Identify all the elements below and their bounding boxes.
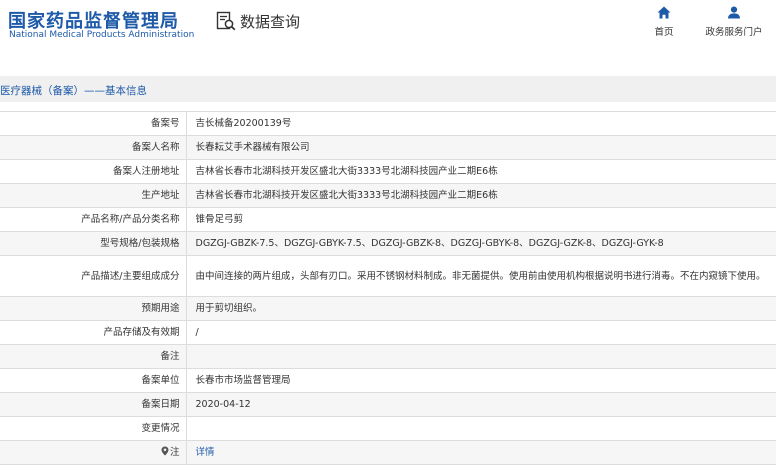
details-link[interactable]: 详情 <box>196 447 215 458</box>
record-info-table: 备案号 吉长械备20200139号 备案人名称 长春耘艾手术器械有限公司 备案人… <box>0 111 776 465</box>
table-row: 产品存储及有效期 / <box>0 320 776 345</box>
breadcrumb: 医疗器械（备案）——基本信息 <box>0 85 147 97</box>
row-label: 型号规格/包装规格 <box>0 231 187 256</box>
row-label: 备案单位 <box>0 368 187 393</box>
table-row: 预期用途 用于剪切组织。 <box>0 296 776 321</box>
pin-icon <box>161 446 169 456</box>
row-label: 变更情况 <box>0 416 187 441</box>
row-label: 预期用途 <box>0 296 187 321</box>
row-label: 备案人注册地址 <box>0 159 187 184</box>
row-value: 吉林省长春市北湖科技开发区盛北大街3333号北湖科技园产业二期E6栋 <box>186 159 776 184</box>
row-label: 产品名称/产品分类名称 <box>0 207 187 232</box>
table-row: 备案日期 2020-04-12 <box>0 392 776 417</box>
table-row: 备案号 吉长械备20200139号 <box>0 111 776 136</box>
row-value: 长春耘艾手术器械有限公司 <box>186 135 776 160</box>
table-row: 备案人名称 长春耘艾手术器械有限公司 <box>0 135 776 160</box>
row-value: 2020-04-12 <box>186 392 776 417</box>
row-value <box>186 344 776 369</box>
row-label: 生产地址 <box>0 183 187 208</box>
site-logo-subtitle: National Medical Products Administration <box>9 30 195 40</box>
row-value: 吉林省长春市北湖科技开发区盛北大街3333号北湖科技园产业二期E6栋 <box>186 183 776 208</box>
row-label: 产品存储及有效期 <box>0 320 187 345</box>
row-value: 吉长械备20200139号 <box>186 111 776 136</box>
table-row: 注 详情 <box>0 440 776 465</box>
data-query-title: 数据查询 <box>216 10 300 32</box>
data-query-label: 数据查询 <box>240 12 301 31</box>
row-value: DGZGJ-GBZK-7.5、DGZGJ-GBYK-7.5、DGZGJ-GBZK… <box>186 231 776 256</box>
table-row: 变更情况 <box>0 416 776 441</box>
row-value <box>186 416 776 441</box>
table-row: 产品名称/产品分类名称 锥骨足弓剪 <box>0 207 776 232</box>
row-value: 由中间连接的两片组成，头部有刃口。采用不锈钢材料制成。非无菌提供。使用前由使用机… <box>186 255 776 297</box>
user-icon <box>728 6 740 19</box>
table-row: 产品描述/主要组成成分 由中间连接的两片组成，头部有刃口。采用不锈钢材料制成。非… <box>0 255 776 297</box>
row-value: 锥骨足弓剪 <box>186 207 776 232</box>
document-search-icon <box>216 11 236 31</box>
row-value: 长春市市场监督管理局 <box>186 368 776 393</box>
home-icon <box>657 6 671 19</box>
row-label: 产品描述/主要组成成分 <box>0 255 187 297</box>
nav-home-label: 首页 <box>654 27 674 38</box>
nav-service-portal-label: 政务服务门户 <box>705 27 763 38</box>
row-value: 详情 <box>186 440 776 465</box>
note-row-label: 注 <box>0 440 187 465</box>
row-label: 备案号 <box>0 111 187 136</box>
table-row: 备注 <box>0 344 776 369</box>
table-row: 备案人注册地址 吉林省长春市北湖科技开发区盛北大街3333号北湖科技园产业二期E… <box>0 159 776 184</box>
table-row: 生产地址 吉林省长春市北湖科技开发区盛北大街3333号北湖科技园产业二期E6栋 <box>0 183 776 208</box>
row-label: 备案人名称 <box>0 135 187 160</box>
nav-home[interactable]: 首页 <box>634 6 694 38</box>
table-row: 备案单位 长春市市场监督管理局 <box>0 368 776 393</box>
table-row: 型号规格/包装规格 DGZGJ-GBZK-7.5、DGZGJ-GBYK-7.5、… <box>0 231 776 256</box>
row-label: 备注 <box>0 344 187 369</box>
breadcrumb-bar: 医疗器械（备案）——基本信息 <box>0 76 776 102</box>
row-label: 备案日期 <box>0 392 187 417</box>
note-label: 注 <box>169 447 180 458</box>
nav-service-portal[interactable]: 政务服务门户 <box>704 6 764 38</box>
site-header: 国家药品监督管理局 National Medical Products Admi… <box>0 0 776 58</box>
row-value: / <box>186 320 776 345</box>
row-value: 用于剪切组织。 <box>186 296 776 321</box>
